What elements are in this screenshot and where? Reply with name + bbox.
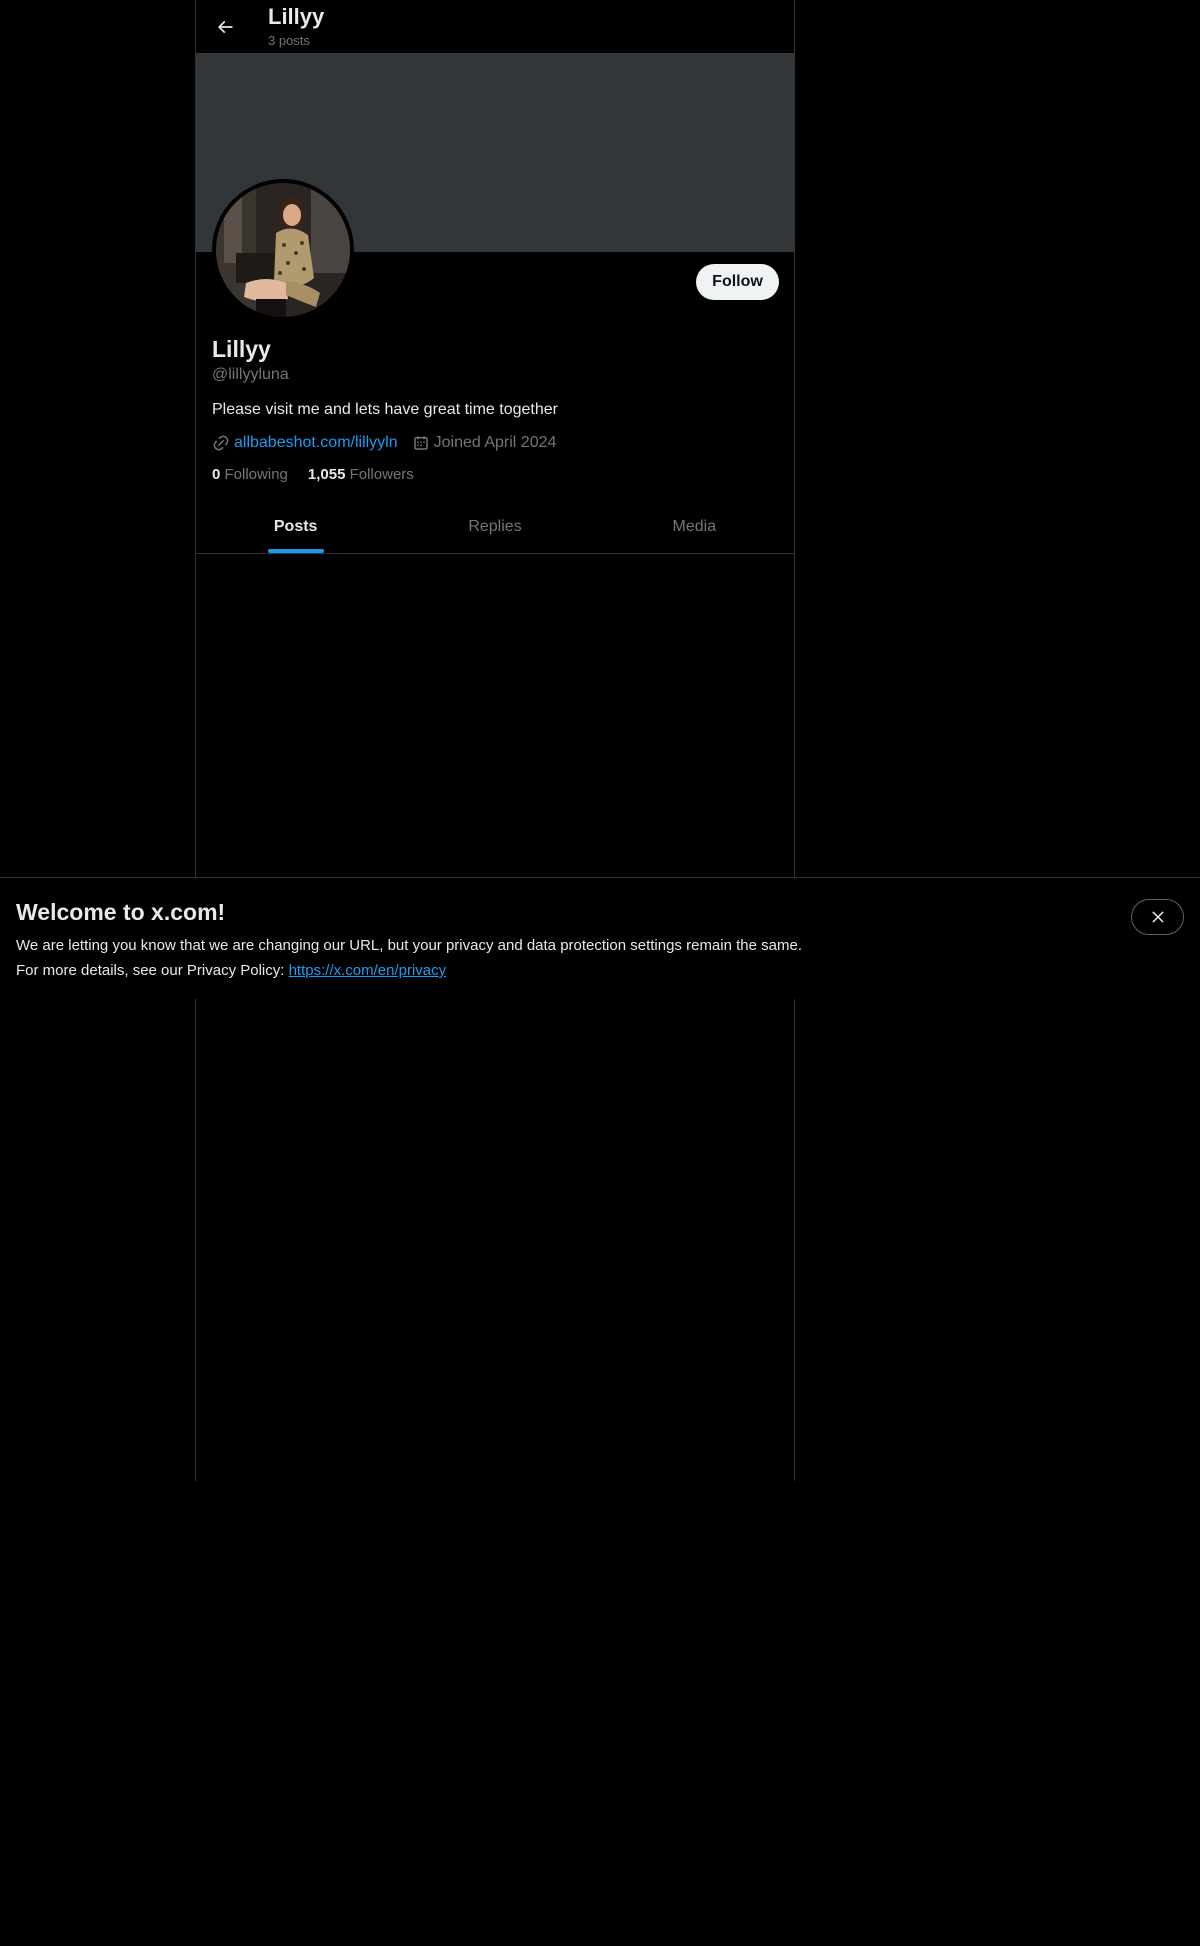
follow-stats: 0 Following 1,055 Followers	[212, 465, 434, 485]
profile-header: Lillyy 3 posts	[196, 0, 794, 53]
following-link[interactable]: 0 Following	[212, 465, 288, 485]
welcome-privacy-line: For more details, see our Privacy Policy…	[16, 961, 446, 981]
profile-avatar[interactable]	[212, 179, 354, 321]
profile-bio: Please visit me and lets have great time…	[212, 401, 558, 418]
back-arrow-icon	[217, 20, 233, 34]
tab-replies[interactable]: Replies	[395, 501, 594, 553]
privacy-prefix: For more details, see our Privacy Policy…	[16, 962, 289, 979]
calendar-icon	[413, 436, 428, 450]
display-name: Lillyy	[212, 336, 271, 362]
tab-media-label: Media	[672, 518, 717, 535]
privacy-policy-link[interactable]: https://x.com/en/privacy	[289, 962, 447, 979]
welcome-title: Welcome to x.com!	[16, 899, 226, 925]
joined-date: Joined April 2024	[433, 434, 557, 451]
tab-replies-label: Replies	[468, 518, 522, 535]
welcome-message: We are letting you know that we are chan…	[16, 937, 802, 954]
welcome-notice: Welcome to x.com! We are letting you kno…	[0, 877, 1200, 999]
active-tab-indicator	[267, 549, 324, 553]
followers-count: 1,055	[307, 466, 346, 483]
tab-media[interactable]: Media	[595, 501, 794, 553]
tab-posts[interactable]: Posts	[196, 501, 395, 553]
header-title: Lillyy	[268, 4, 325, 29]
close-icon	[1151, 911, 1164, 923]
header-post-count: 3 posts	[268, 33, 310, 48]
link-icon	[213, 435, 229, 451]
follow-button[interactable]: Follow	[696, 264, 779, 300]
profile-tabs: Posts Replies Media	[196, 501, 794, 554]
tab-posts-label: Posts	[273, 518, 318, 535]
following-label: Following	[224, 466, 288, 483]
following-count: 0	[212, 466, 221, 483]
profile-joined: Joined April 2024	[412, 433, 557, 453]
website-link[interactable]: allbabeshot.com/lillyyln	[234, 433, 398, 453]
profile-meta: allbabeshot.com/lillyyln Joined April 20…	[212, 433, 570, 453]
back-button[interactable]	[208, 10, 242, 44]
avatar-photo	[216, 183, 350, 317]
primary-column: Lillyy 3 posts Follow Lillyy @lillyyluna…	[195, 0, 795, 1481]
close-button[interactable]	[1131, 899, 1184, 935]
followers-label: Followers	[349, 466, 414, 483]
profile-website[interactable]: allbabeshot.com/lillyyln	[212, 433, 398, 453]
username-handle: @lillyyluna	[212, 366, 289, 383]
followers-link[interactable]: 1,055 Followers	[308, 465, 414, 485]
